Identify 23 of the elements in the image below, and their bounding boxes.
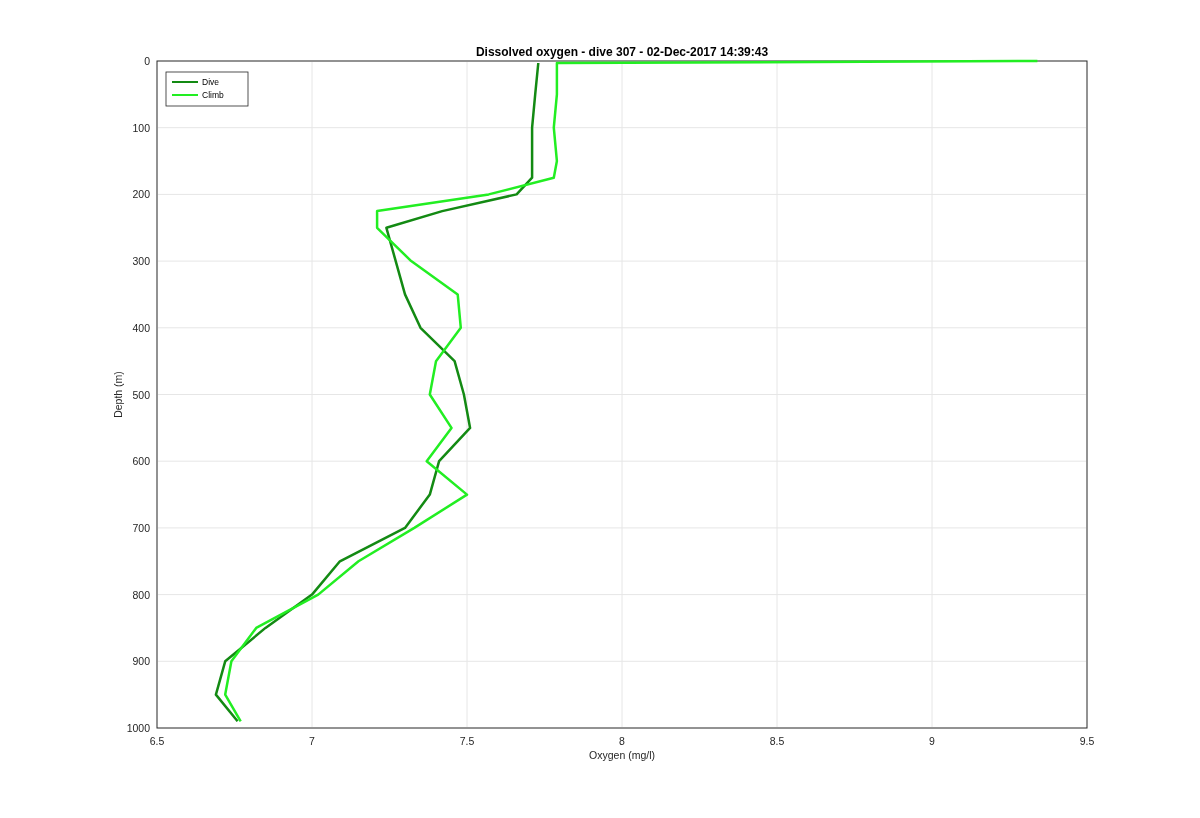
x-axis-label: Oxygen (mg/l) xyxy=(589,749,655,761)
x-tick-label: 8.5 xyxy=(769,735,785,747)
y-tick-label: 1000 xyxy=(126,722,150,734)
y-tick-label: 500 xyxy=(132,388,150,401)
y-axis-label: Depth (m) xyxy=(112,371,124,418)
y-tick-label: 700 xyxy=(132,521,150,534)
y-tick-label: 100 xyxy=(132,121,150,134)
x-tick-label: 6.5 xyxy=(149,735,165,747)
x-tick-label: 9 xyxy=(929,735,935,747)
chart-title: Dissolved oxygen - dive 307 - 02-Dec-2017 14:39:43 xyxy=(475,45,769,59)
y-tick-label: 200 xyxy=(132,188,150,201)
x-tick-label: 9.5 xyxy=(1079,735,1095,747)
y-tick-label: 600 xyxy=(132,455,150,468)
x-tick-label: 7.5 xyxy=(459,735,475,747)
y-tick-label: 400 xyxy=(132,321,150,334)
y-tick-label: 0 xyxy=(144,55,150,67)
y-tick-label: 800 xyxy=(132,588,150,601)
legend-label: Dive xyxy=(202,77,219,87)
legend-label: Climb xyxy=(202,90,224,100)
x-tick-label: 7 xyxy=(309,735,315,747)
y-tick-label: 900 xyxy=(132,655,150,668)
y-tick-label: 300 xyxy=(132,255,150,268)
x-tick-label: 8 xyxy=(619,735,625,747)
